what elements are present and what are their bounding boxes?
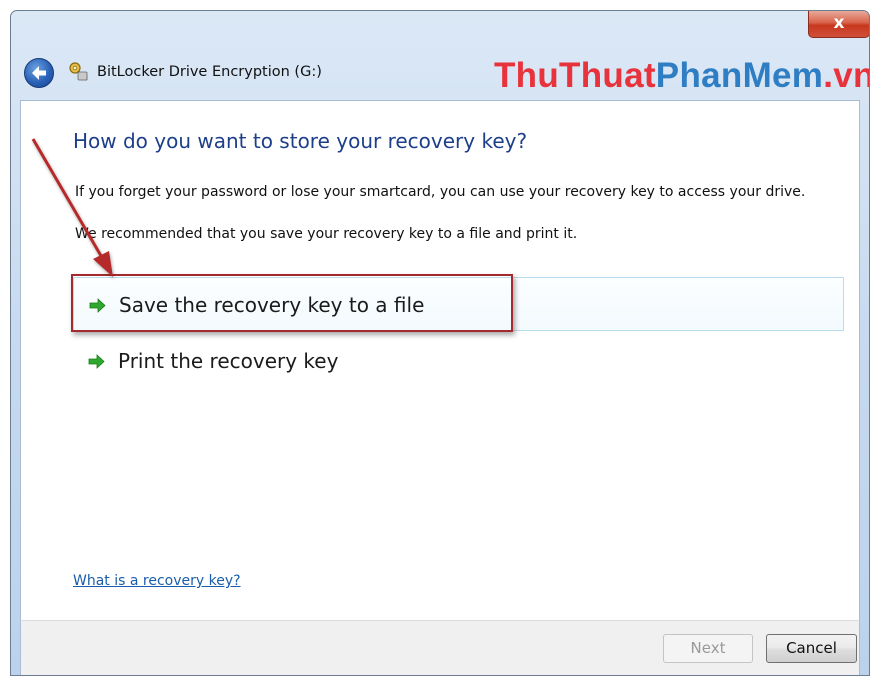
- back-arrow-icon: [32, 66, 46, 80]
- wizard-footer: Next Cancel: [20, 620, 860, 675]
- description-text: If you forget your password or lose your…: [75, 184, 806, 200]
- print-key-option[interactable]: Print the recovery key: [73, 334, 844, 388]
- next-button[interactable]: Next: [663, 634, 753, 663]
- option-label: Print the recovery key: [118, 349, 339, 373]
- annotation-arrow: [31, 138, 113, 277]
- close-icon: x: [833, 13, 845, 33]
- bitlocker-window: x BitLocker Drive Encryption (G:) ThuThu…: [10, 10, 870, 676]
- title-bar: BitLocker Drive Encryption (G:) ThuThuat…: [11, 38, 869, 100]
- recovery-key-help-link[interactable]: What is a recovery key?: [73, 573, 241, 589]
- green-arrow-icon: [88, 354, 105, 369]
- watermark-part1: ThuThuat: [494, 56, 656, 95]
- wizard-content: How do you want to store your recovery k…: [20, 100, 860, 620]
- cancel-button[interactable]: Cancel: [766, 634, 857, 663]
- watermark-part2: PhanMem: [655, 56, 824, 95]
- page-title: How do you want to store your recovery k…: [73, 129, 528, 153]
- watermark-logo: ThuThuatPhanMem.vn: [494, 56, 870, 96]
- back-button[interactable]: [24, 58, 54, 88]
- watermark-part3: .vn: [823, 56, 870, 95]
- window-title: BitLocker Drive Encryption (G:): [97, 64, 322, 80]
- close-button[interactable]: x: [808, 11, 869, 38]
- recommendation-text: We recommended that you save your recove…: [75, 226, 578, 242]
- bitlocker-key-icon: [68, 61, 90, 83]
